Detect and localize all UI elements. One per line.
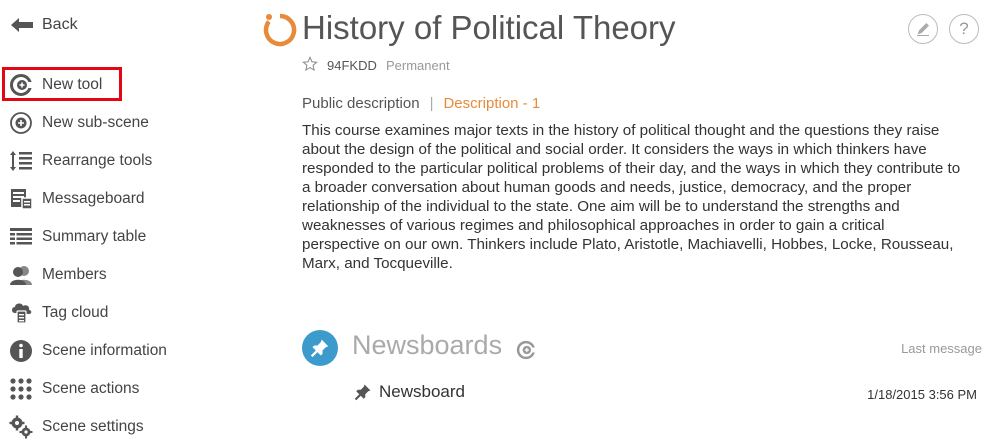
settings-icon [8, 414, 34, 440]
back-arrow-icon [11, 18, 33, 32]
last-message-header: Last message [901, 341, 982, 356]
members-icon [8, 262, 34, 288]
edit-button[interactable] [908, 14, 938, 44]
sidebar-item-label: Tag cloud [42, 304, 109, 321]
newsboard-last-message-date: 1/18/2015 3:56 PM [867, 387, 977, 402]
sidebar-item-scene-information[interactable]: Scene information [8, 336, 167, 366]
sidebar-item-label: New tool [42, 76, 103, 93]
main-content: History of Political Theory 94FKDD Perma… [258, 0, 997, 445]
description-text: This course examines major texts in the … [302, 122, 961, 272]
sidebar-item-scene-actions[interactable]: Scene actions [8, 374, 139, 404]
sidebar-item-new-sub-scene[interactable]: New sub-scene [8, 108, 149, 138]
description-tabs: Public description | Description - 1 [302, 95, 540, 112]
new-tool-icon [8, 72, 34, 98]
add-newsboard-icon[interactable] [516, 340, 536, 360]
sidebar-item-label: Summary table [42, 228, 147, 245]
rearrange-icon [8, 148, 34, 174]
tab-public-description[interactable]: Public description [302, 95, 420, 112]
newsboards-title: Newsboards [352, 330, 503, 360]
summary-table-icon [8, 224, 34, 250]
scene-logo-icon [263, 13, 297, 47]
newsboard-row[interactable]: Newsboard [354, 382, 465, 402]
back-label: Back [42, 16, 78, 33]
newsboards-icon [302, 330, 338, 366]
page-title: History of Political Theory [302, 9, 676, 46]
pencil-icon [917, 23, 929, 36]
tag-cloud-icon [8, 300, 34, 326]
help-icon: ? [959, 19, 969, 38]
newsboard-name: Newsboard [379, 382, 465, 401]
sidebar-item-tag-cloud[interactable]: Tag cloud [8, 298, 108, 328]
sidebar-item-messageboard[interactable]: Messageboard [8, 184, 145, 214]
sidebar-item-summary-table[interactable]: Summary table [8, 222, 146, 252]
sidebar-item-rearrange-tools[interactable]: Rearrange tools [8, 146, 152, 176]
sidebar-item-members[interactable]: Members [8, 260, 107, 290]
tab-separator: | [429, 95, 434, 112]
sidebar-item-label: Rearrange tools [42, 152, 153, 169]
favorite-star-icon[interactable] [302, 56, 318, 72]
pin-icon [354, 384, 371, 401]
sidebar-item-label: Scene actions [42, 380, 140, 397]
sidebar-item-label: New sub-scene [42, 114, 149, 131]
sidebar-item-label: Messageboard [42, 190, 145, 207]
sidebar: Back New tool New sub-scene Rearrange to… [0, 0, 250, 445]
tab-description-1[interactable]: Description - 1 [443, 95, 540, 112]
info-icon [8, 338, 34, 364]
scene-code: 94FKDD [327, 58, 377, 73]
sidebar-item-label: Scene information [42, 342, 167, 359]
sidebar-item-label: Scene settings [42, 418, 144, 435]
messageboard-icon [8, 186, 34, 212]
sidebar-item-new-tool[interactable]: New tool [8, 70, 102, 100]
actions-icon [8, 376, 34, 402]
help-button[interactable]: ? [949, 14, 979, 44]
scene-status: Permanent [386, 58, 450, 73]
sidebar-item-label: Members [42, 266, 107, 283]
new-sub-scene-icon [8, 110, 34, 136]
pin-icon [310, 339, 329, 358]
back-button[interactable]: Back [10, 16, 78, 34]
sidebar-item-scene-settings[interactable]: Scene settings [8, 412, 144, 442]
